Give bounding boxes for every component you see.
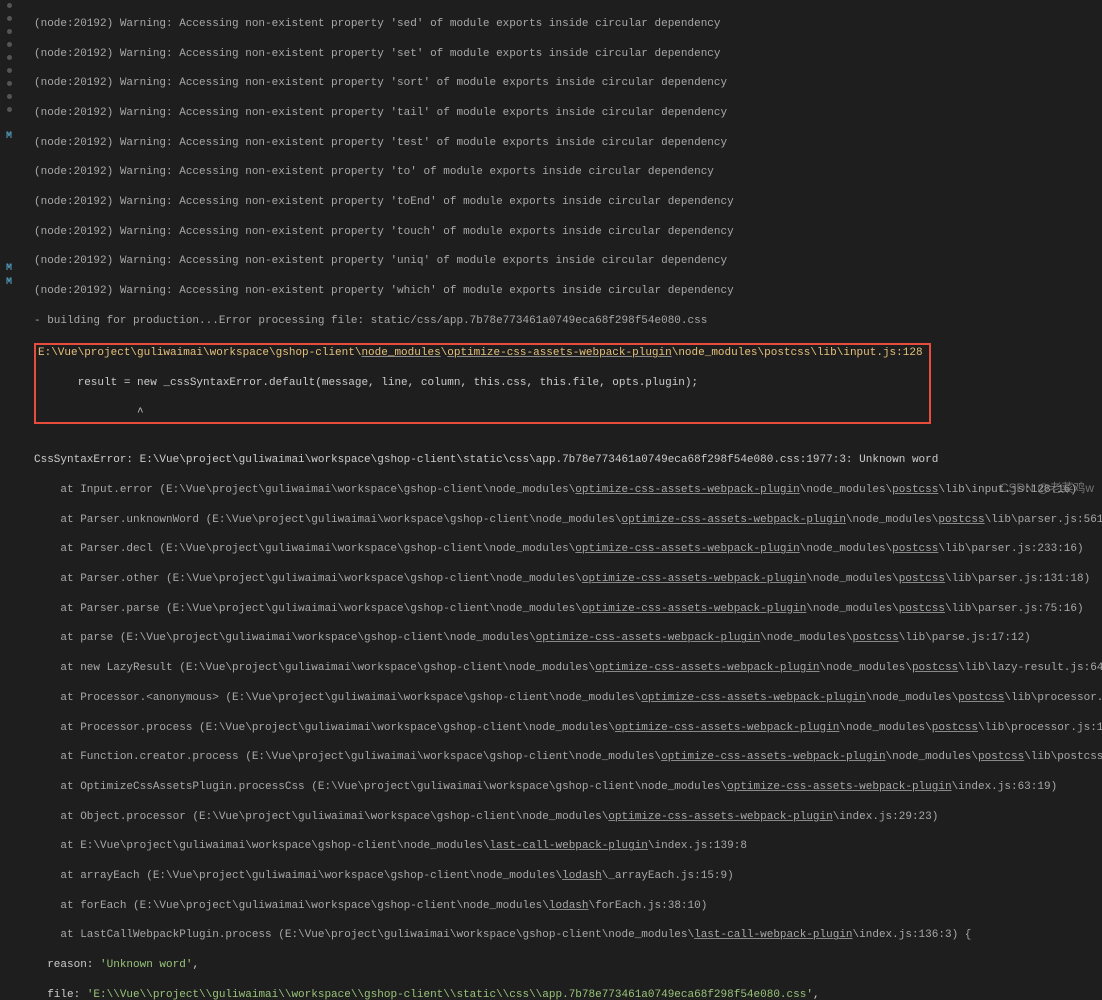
watermark: CSDN @老菜鸡w — [1000, 480, 1094, 496]
warning-line: (node:20192) Warning: Accessing non-exis… — [34, 17, 1094, 32]
gutter-dot — [7, 42, 12, 47]
stack-line: at Object.processor (E:\Vue\project\guli… — [34, 810, 1094, 825]
gutter-dot — [7, 94, 12, 99]
stack-line: at Processor.process (E:\Vue\project\gul… — [34, 721, 1094, 736]
stack-line: at Parser.parse (E:\Vue\project\guliwaim… — [34, 602, 1094, 617]
gutter-dot — [7, 68, 12, 73]
gutter-dot — [7, 29, 12, 34]
stack-line: at Function.creator.process (E:\Vue\proj… — [34, 750, 1094, 765]
warning-line: (node:20192) Warning: Accessing non-exis… — [34, 136, 1094, 151]
stack-line: at OptimizeCssAssetsPlugin.processCss (E… — [34, 780, 1094, 795]
stack-line: at Parser.decl (E:\Vue\project\guliwaima… — [34, 542, 1094, 557]
stack-line: at E:\Vue\project\guliwaimai\workspace\g… — [34, 839, 1094, 854]
file-line: file: 'E:\\Vue\\project\\guliwaimai\\wor… — [34, 988, 1094, 1000]
stack-line: at Parser.other (E:\Vue\project\guliwaim… — [34, 572, 1094, 587]
editor-gutter: M M M — [0, 0, 22, 500]
stack-line: at arrayEach (E:\Vue\project\guliwaimai\… — [34, 869, 1094, 884]
gutter-dot — [7, 55, 12, 60]
warning-line: (node:20192) Warning: Accessing non-exis… — [34, 195, 1094, 210]
warning-line: (node:20192) Warning: Accessing non-exis… — [34, 165, 1094, 180]
error-header: CssSyntaxError: E:\Vue\project\guliwaima… — [34, 453, 1094, 468]
terminal-output[interactable]: (node:20192) Warning: Accessing non-exis… — [0, 0, 1102, 1000]
stack-line: at new LazyResult (E:\Vue\project\guliwa… — [34, 661, 1094, 676]
stack-line: at LastCallWebpackPlugin.process (E:\Vue… — [34, 928, 1094, 943]
warning-line: (node:20192) Warning: Accessing non-exis… — [34, 254, 1094, 269]
warning-line: (node:20192) Warning: Accessing non-exis… — [34, 47, 1094, 62]
gutter-dot — [7, 3, 12, 8]
build-status-line: - building for production...Error proces… — [34, 314, 1094, 329]
gutter-dot — [7, 81, 12, 86]
stack-line: at Parser.unknownWord (E:\Vue\project\gu… — [34, 513, 1094, 528]
warning-line: (node:20192) Warning: Accessing non-exis… — [34, 284, 1094, 299]
error-highlight-box: E:\Vue\project\guliwaimai\workspace\gsho… — [34, 343, 931, 423]
warning-line: (node:20192) Warning: Accessing non-exis… — [34, 225, 1094, 240]
gutter-dot — [7, 16, 12, 21]
stack-line: at forEach (E:\Vue\project\guliwaimai\wo… — [34, 899, 1094, 914]
stack-line: at Processor.<anonymous> (E:\Vue\project… — [34, 691, 1094, 706]
gutter-modified-mark: M — [4, 262, 14, 272]
gutter-dot — [7, 107, 12, 112]
error-code-line: result = new _cssSyntaxError.default(mes… — [38, 376, 923, 391]
warning-line: (node:20192) Warning: Accessing non-exis… — [34, 76, 1094, 91]
gutter-modified-mark: M — [4, 276, 14, 286]
error-caret: ^ — [38, 406, 923, 421]
error-path: E:\Vue\project\guliwaimai\workspace\gsho… — [38, 347, 923, 359]
blank-line — [34, 424, 1094, 439]
stack-line: at parse (E:\Vue\project\guliwaimai\work… — [34, 631, 1094, 646]
gutter-modified-mark: M — [4, 130, 14, 140]
warning-line: (node:20192) Warning: Accessing non-exis… — [34, 106, 1094, 121]
reason-line: reason: 'Unknown word', — [34, 958, 1094, 973]
stack-line: at Input.error (E:\Vue\project\guliwaima… — [34, 483, 1094, 498]
